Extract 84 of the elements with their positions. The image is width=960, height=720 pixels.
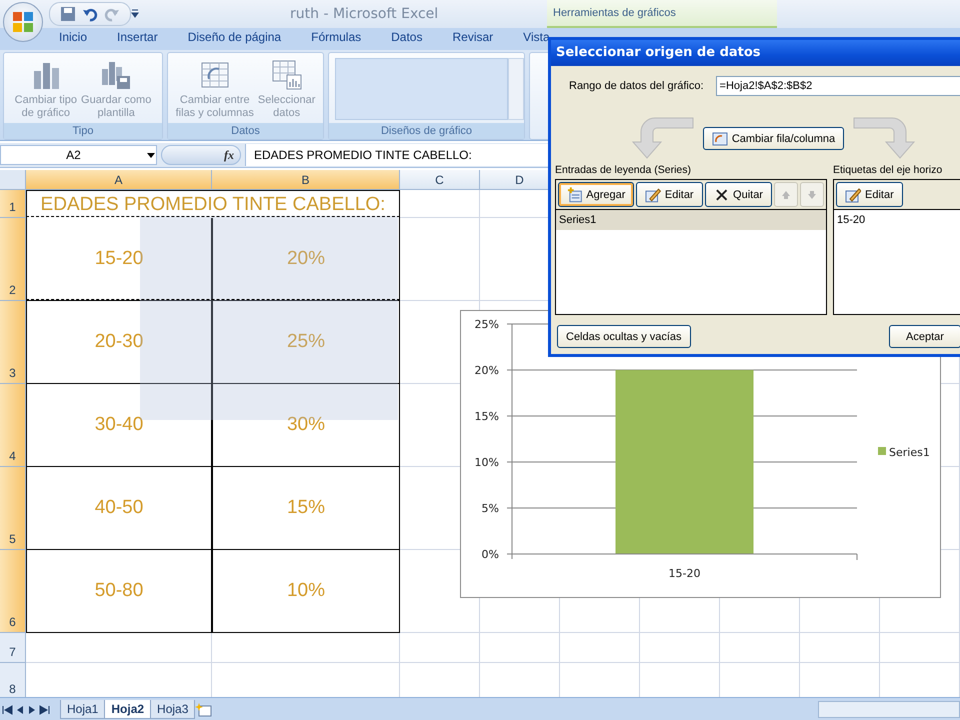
layout-gallery[interactable] [335,58,508,120]
sheet-tab[interactable]: Hoja2 [104,700,152,719]
panel-button[interactable]: Quitar [704,182,772,207]
range-label: Rango de datos del gráfico: [569,80,704,92]
add-series-icon [567,186,582,202]
redo-icon [104,6,120,22]
dialog-title: Seleccionar origen de datos [551,40,960,66]
formula-expander[interactable]: fx [161,145,241,165]
title-cell: EDADES PROMEDIO TINTE CABELLO: [26,190,400,218]
switch-row-column-button[interactable]: Cambiar fila/columna [702,127,844,150]
column-header[interactable]: A [26,170,212,190]
save-icon [60,6,76,22]
insert-sheet-icon [194,702,214,718]
legend-label: Series1 [889,446,930,459]
sheet-tab[interactable]: Hoja3 [150,700,196,719]
axis-tick-label: 25% [474,318,499,331]
table-cell: 30-40 [26,384,212,467]
ribbon-tab[interactable]: Fórmulas [296,28,376,50]
customize-caret-icon [131,9,139,19]
axis-tick-label: 0% [482,548,499,561]
table-cell: 50-80 [26,550,212,633]
first-sheet-icon [0,704,14,716]
row-header[interactable]: 4 [0,384,26,467]
table-cell: 10% [212,550,400,633]
panel-button[interactable]: Agregar [558,182,634,207]
table-swap-icon [712,130,728,146]
chart-floppy-icon [100,59,132,91]
group-label: Tipo [4,123,162,139]
axis-tick-label: 20% [474,364,499,377]
name-box[interactable]: A2 [0,145,157,165]
table-cell: 20% [212,218,400,301]
row-header[interactable]: 1 [0,190,26,218]
select-all-corner[interactable] [0,170,26,190]
edit-icon [645,186,661,202]
axis-tick-label: 10% [474,456,499,469]
panel-button[interactable]: Editar [836,182,903,207]
column-header[interactable]: B [212,170,400,190]
row-header[interactable]: 6 [0,550,26,633]
ribbon-tab[interactable]: Inicio [44,28,102,50]
hidden-cells-button[interactable]: Celdas ocultas y vacías [557,325,691,348]
table-cell: 20-30 [26,301,212,384]
axis-tick-label: 5% [482,502,499,515]
sheet-tab[interactable]: Hoja1 [60,700,106,719]
ribbon-tab[interactable]: Insertar [102,28,173,50]
table-cell: 30% [212,384,400,467]
panel-heading: Etiquetas del eje horizo [833,164,944,176]
close-icon [714,186,730,202]
office-logo-icon [12,11,34,33]
office-button[interactable] [3,2,43,42]
table-chart-icon [270,59,303,91]
list-box[interactable]: 15-20 [833,209,960,315]
panel-button[interactable]: Editar [636,182,703,207]
row-header[interactable]: 2 [0,218,26,301]
ribbon-tab[interactable]: Diseño de página [172,28,296,50]
row-header[interactable]: 5 [0,467,26,550]
ribbon-tab[interactable]: Revisar [437,28,508,50]
ok-button[interactable]: Aceptar [889,325,960,348]
table-cell: 15% [212,467,400,550]
row-header[interactable]: 8 [0,663,26,700]
function-button[interactable]: fx [224,148,234,162]
table-cell: 15-20 [26,218,212,301]
row-header[interactable]: 7 [0,633,26,663]
range-field[interactable]: =Hoja2!$A$2:$B$2 [716,76,960,96]
undo-icon [82,6,98,22]
contextual-tab-header: Herramientas de gráficos [547,0,777,28]
list-box[interactable]: Series1 [555,209,827,315]
down-arrow-icon [806,190,817,200]
edit-icon [845,186,861,202]
list-item[interactable]: Series1 [556,210,826,230]
column-header[interactable]: C [400,170,480,190]
gallery-scrollbar[interactable] [508,58,524,120]
caret-icon [146,151,156,159]
group-label: Diseños de gráfico [329,123,524,139]
ribbon-tab[interactable]: Datos [376,28,438,50]
row-header[interactable]: 3 [0,301,26,384]
window-title: ruth - Microsoft Excel [290,6,438,22]
group-label: Datos [168,123,323,139]
horizontal-scrollbar[interactable] [818,701,960,718]
table-cell: 40-50 [26,467,212,550]
table-cell: 25% [212,301,400,384]
axis-tick-label: 15% [474,410,499,423]
category-label: 15-20 [668,567,700,580]
last-sheet-icon [38,704,52,716]
up-arrow-icon [780,190,791,200]
